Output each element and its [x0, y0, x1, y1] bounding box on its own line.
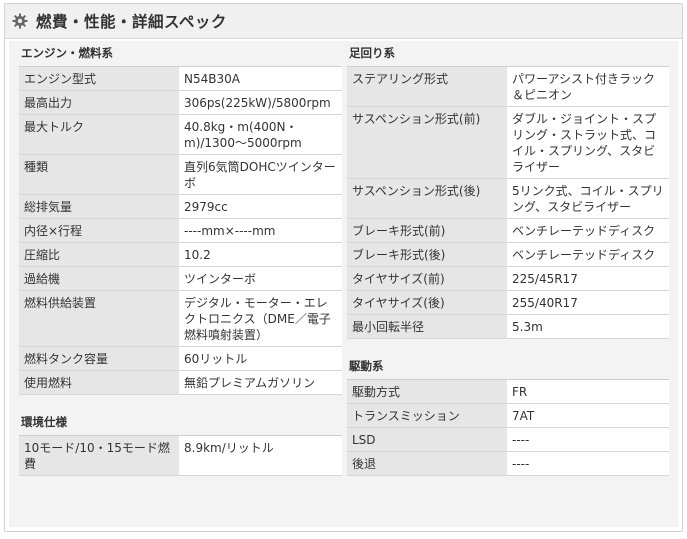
chassis-spec-table: ステアリング形式 パワーアシスト付きラック＆ピニオン サスペンション形式(前) ダブル…: [347, 67, 669, 339]
spec-label: 燃料供給装置: [19, 290, 179, 347]
spec-row: 圧縮比 10.2: [19, 242, 342, 267]
spec-value: 7AT: [507, 403, 669, 428]
spec-row: ブレーキ形式(前) ベンチレーテッドディスク: [347, 218, 669, 243]
panel-header: 燃費・性能・詳細スペック: [5, 4, 682, 39]
spec-label: 駆動方式: [347, 380, 507, 404]
spec-row: 最高出力 306ps(225kW)/5800rpm: [19, 90, 342, 115]
spec-row: 後退 ----: [347, 451, 669, 476]
spec-value: ダブル・ジョイント・スプリング・ストラット式、コイル・スプリング、スタビライザー: [507, 106, 669, 179]
spec-value: 5リンク式、コイル・スプリング、スタビライザー: [507, 178, 669, 219]
spec-label: サスペンション形式(前): [347, 106, 507, 179]
spec-value: FR: [507, 380, 669, 404]
spec-value: 255/40R17: [507, 290, 669, 315]
spec-value: ----mm×----mm: [179, 218, 342, 243]
spec-row: 総排気量 2979cc: [19, 194, 342, 219]
spec-label: 使用燃料: [19, 370, 179, 395]
spec-label: ブレーキ形式(前): [347, 218, 507, 243]
spec-row: 過給機 ツインターボ: [19, 266, 342, 291]
spec-row: ブレーキ形式(後) ベンチレーテッドディスク: [347, 242, 669, 267]
right-column: 足回り系 ステアリング形式 パワーアシスト付きラック＆ピニオン サスペンション形式(…: [347, 41, 669, 476]
spec-row: タイヤサイズ(前) 225/45R17: [347, 266, 669, 291]
spec-value: 直列6気筒DOHCツインターボ: [179, 154, 342, 195]
section-title-environment: 環境仕様: [19, 410, 342, 436]
page-title: 燃費・性能・詳細スペック: [36, 13, 227, 31]
engine-spec-table: エンジン型式 N54B30A 最高出力 306ps(225kW)/5800rpm 最大ト…: [19, 67, 342, 395]
spec-label: ブレーキ形式(後): [347, 242, 507, 267]
spec-label: 最小回転半径: [347, 314, 507, 339]
spec-label: タイヤサイズ(前): [347, 266, 507, 291]
spec-value: N54B30A: [179, 67, 342, 91]
spec-row: LSD ----: [347, 427, 669, 452]
spec-label: トランスミッション: [347, 403, 507, 428]
drivetrain-spec-table: 駆動方式 FR トランスミッション 7AT LSD ---- 後退 ----: [347, 380, 669, 476]
gear-icon: [12, 13, 28, 29]
spec-row: 駆動方式 FR: [347, 380, 669, 404]
spec-value: 40.8kg・m(400N・m)/1300〜5000rpm: [179, 114, 342, 155]
spec-value: ツインターボ: [179, 266, 342, 291]
spec-row: 種類 直列6気筒DOHCツインターボ: [19, 154, 342, 195]
spec-label: 種類: [19, 154, 179, 195]
spec-row: 燃料供給装置 デジタル・モーター・エレクトロニクス（DME／電子燃料噴射装置）: [19, 290, 342, 347]
spec-value: 225/45R17: [507, 266, 669, 291]
spec-value: 8.9km/リットル: [179, 436, 342, 476]
spec-row: 内径×行程 ----mm×----mm: [19, 218, 342, 243]
spec-value: 60リットル: [179, 346, 342, 371]
spec-row: エンジン型式 N54B30A: [19, 67, 342, 91]
spec-row: タイヤサイズ(後) 255/40R17: [347, 290, 669, 315]
spec-body: エンジン・燃料系 エンジン型式 N54B30A 最高出力 306ps(225kW)/5…: [9, 41, 678, 527]
spec-row: 最小回転半径 5.3m: [347, 314, 669, 339]
spec-label: 最大トルク: [19, 114, 179, 155]
spec-value: 306ps(225kW)/5800rpm: [179, 90, 342, 115]
spec-row: 燃料タンク容量 60リットル: [19, 346, 342, 371]
spec-value: ベンチレーテッドディスク: [507, 218, 669, 243]
spec-label: エンジン型式: [19, 67, 179, 91]
spec-label: 後退: [347, 451, 507, 476]
spec-value: パワーアシスト付きラック＆ピニオン: [507, 67, 669, 107]
spec-label: 内径×行程: [19, 218, 179, 243]
spec-row: 最大トルク 40.8kg・m(400N・m)/1300〜5000rpm: [19, 114, 342, 155]
spec-row: 使用燃料 無鉛プレミアムガソリン: [19, 370, 342, 395]
spec-value: 2979cc: [179, 194, 342, 219]
spec-row: サスペンション形式(前) ダブル・ジョイント・スプリング・ストラット式、コイル・ス…: [347, 106, 669, 179]
spec-label: LSD: [347, 427, 507, 452]
section-title-engine: エンジン・燃料系: [19, 41, 342, 67]
spec-value: デジタル・モーター・エレクトロニクス（DME／電子燃料噴射装置）: [179, 290, 342, 347]
spec-row: サスペンション形式(後) 5リンク式、コイル・スプリング、スタビライザー: [347, 178, 669, 219]
spec-label: 10モード/10・15モード燃費: [19, 436, 179, 476]
section-title-chassis: 足回り系: [347, 41, 669, 67]
spec-row: トランスミッション 7AT: [347, 403, 669, 428]
spec-row: ステアリング形式 パワーアシスト付きラック＆ピニオン: [347, 67, 669, 107]
section-title-drivetrain: 駆動系: [347, 354, 669, 380]
spec-value: ベンチレーテッドディスク: [507, 242, 669, 267]
spec-label: 過給機: [19, 266, 179, 291]
spec-label: 総排気量: [19, 194, 179, 219]
spec-label: 圧縮比: [19, 242, 179, 267]
spec-value: 5.3m: [507, 314, 669, 339]
spec-label: 燃料タンク容量: [19, 346, 179, 371]
spec-label: ステアリング形式: [347, 67, 507, 107]
spec-panel: 燃費・性能・詳細スペック エンジン・燃料系 エンジン型式 N54B30A 最高出力 3…: [4, 3, 683, 532]
left-column: エンジン・燃料系 エンジン型式 N54B30A 最高出力 306ps(225kW)/5…: [19, 41, 342, 476]
spec-value: ----: [507, 451, 669, 476]
spec-label: タイヤサイズ(後): [347, 290, 507, 315]
spec-value: ----: [507, 427, 669, 452]
spec-value: 10.2: [179, 242, 342, 267]
environment-spec-table: 10モード/10・15モード燃費 8.9km/リットル: [19, 436, 342, 476]
spec-label: サスペンション形式(後): [347, 178, 507, 219]
spec-row: 10モード/10・15モード燃費 8.9km/リットル: [19, 436, 342, 476]
spec-label: 最高出力: [19, 90, 179, 115]
spec-value: 無鉛プレミアムガソリン: [179, 370, 342, 395]
